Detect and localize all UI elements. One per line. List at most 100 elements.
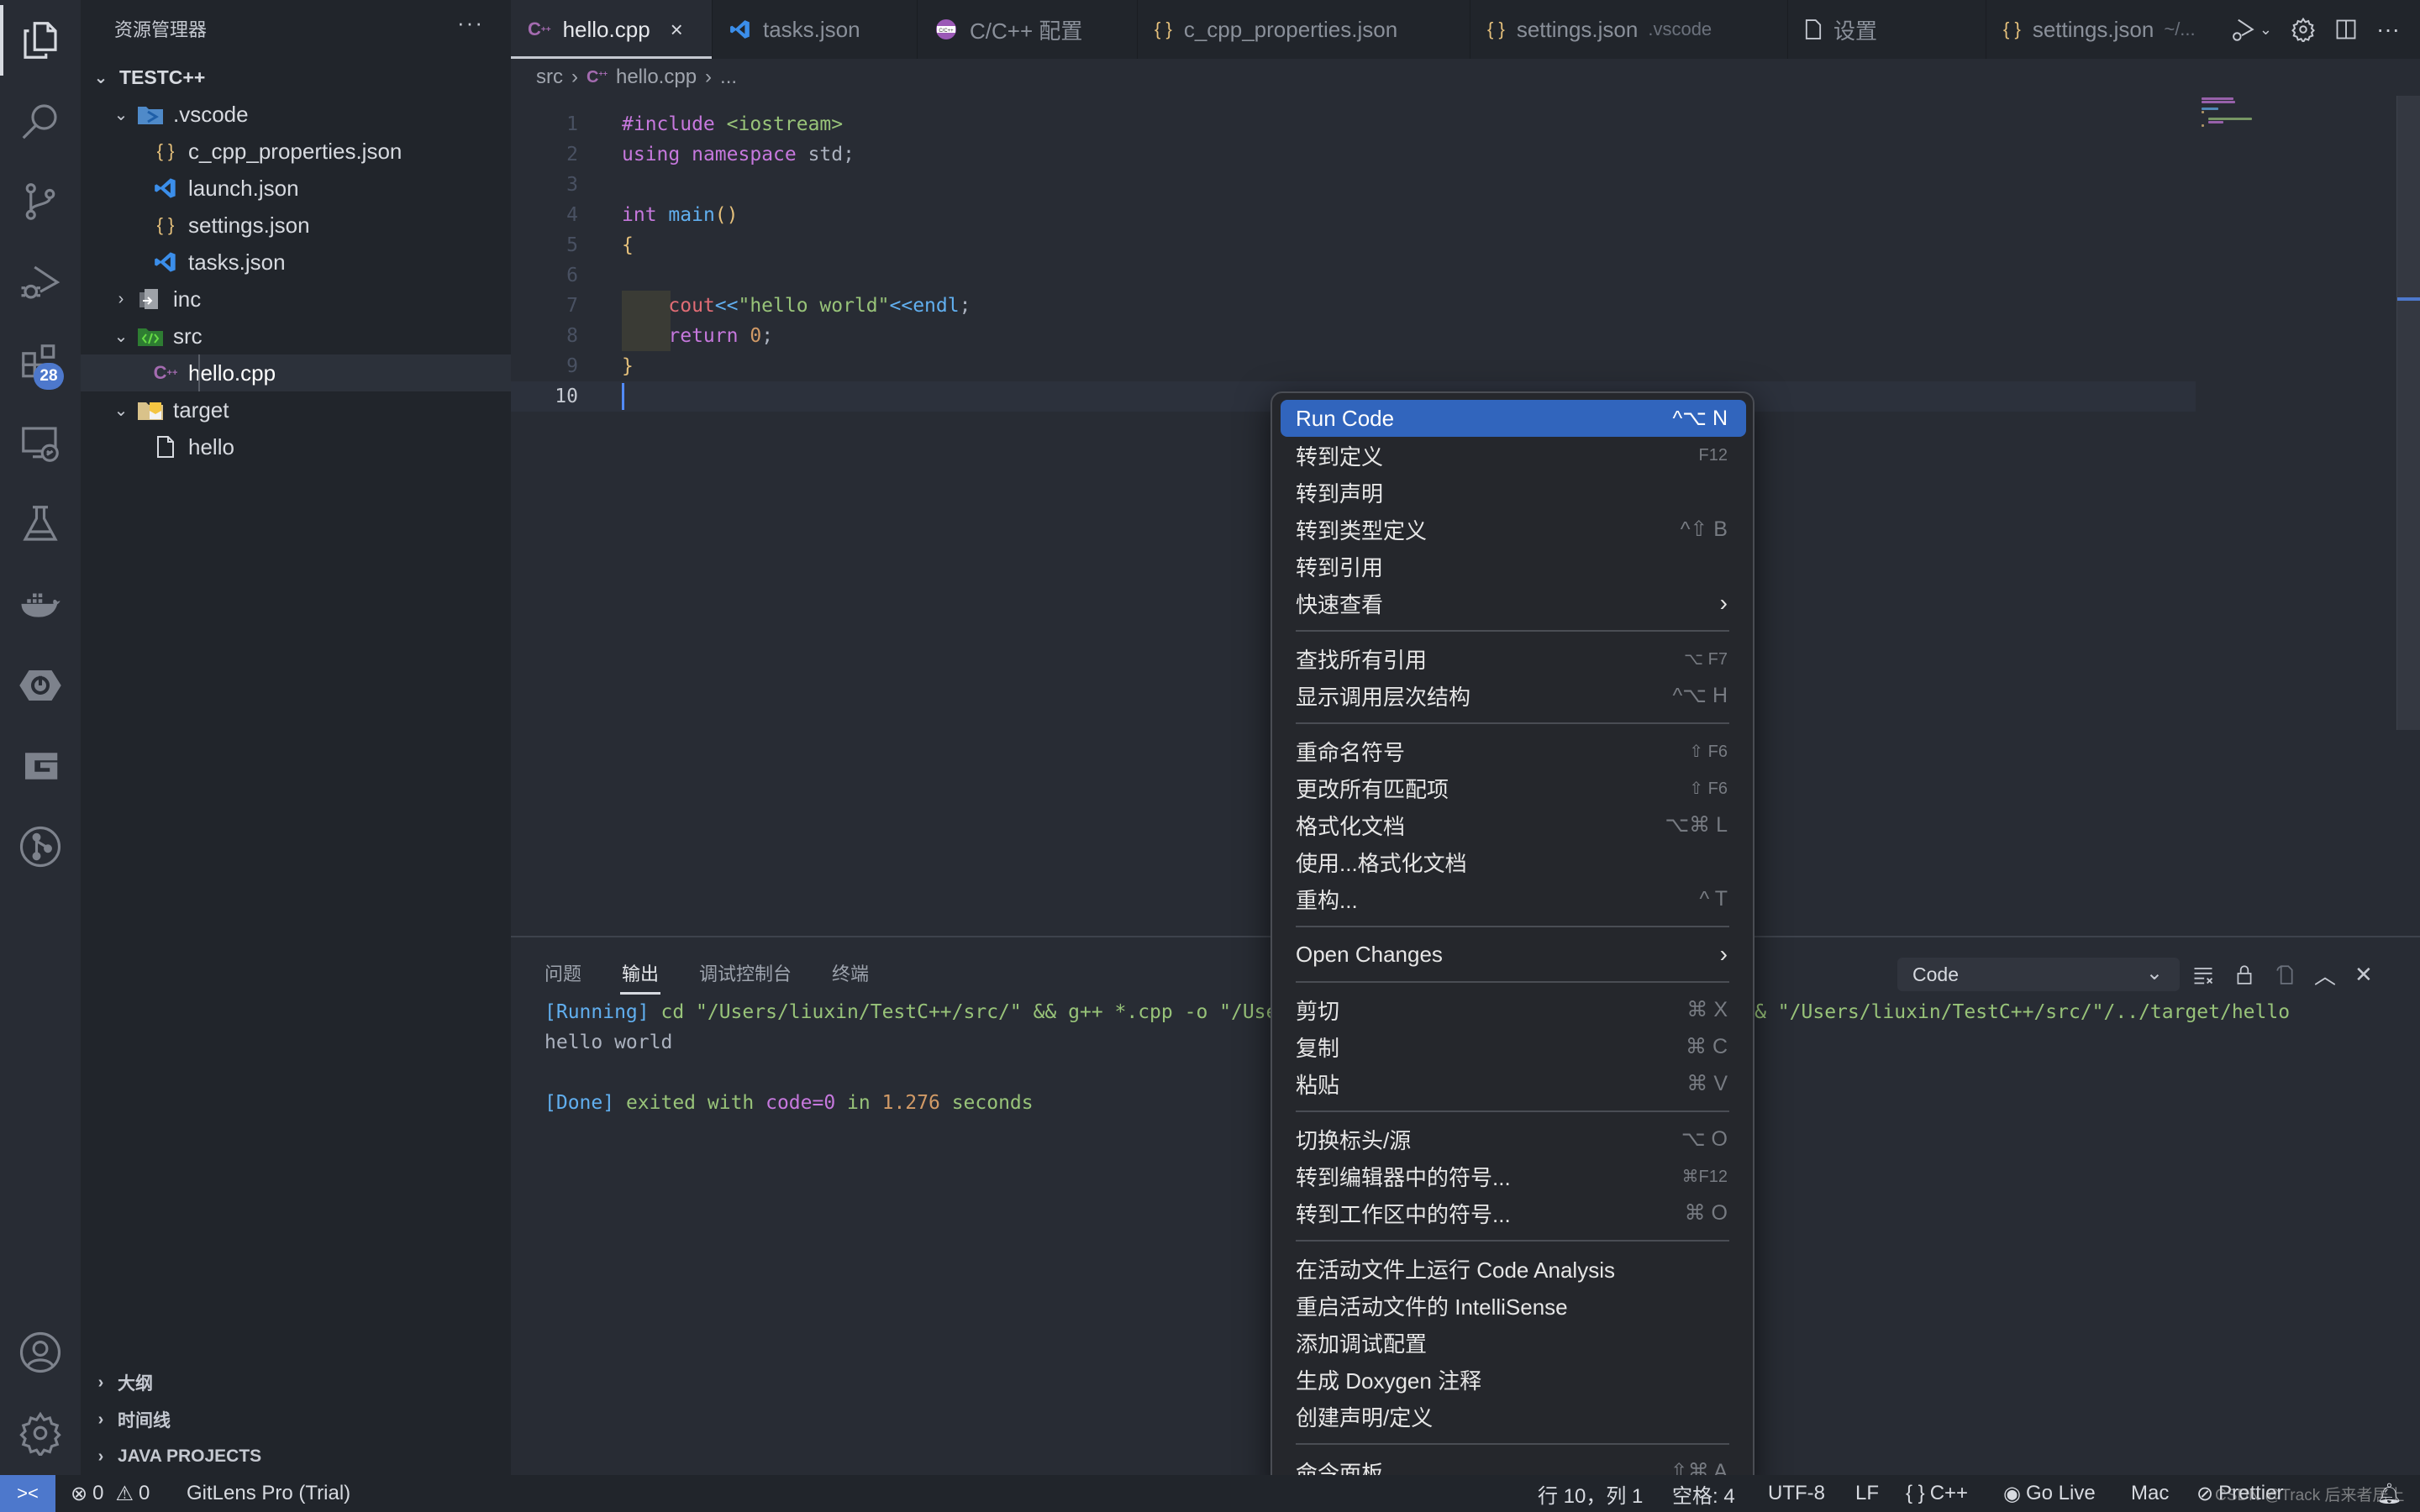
menu-item[interactable]: 查找所有引用 ⌥ F7 [1281, 640, 1746, 677]
remote-explorer-activity-button[interactable] [0, 403, 81, 484]
tab-cpp-config[interactable]: C/C++ C/C++ 配置 [918, 0, 1138, 59]
panel-tab-problems[interactable]: 问题 [544, 954, 581, 991]
more-actions-button[interactable]: ··· [2376, 16, 2400, 43]
more-actions-icon[interactable]: ··· [457, 10, 484, 36]
breadcrumb-src[interactable]: src [536, 66, 563, 89]
minimap[interactable] [2202, 96, 2370, 197]
spring-boot-activity-button[interactable] [0, 645, 81, 726]
menu-item[interactable]: 生成 Doxygen 注释 [1281, 1361, 1746, 1398]
menu-item[interactable]: 粘贴 ⌘ V [1281, 1065, 1746, 1102]
source-control-activity-button[interactable] [0, 161, 81, 242]
breadcrumb-file[interactable]: hello.cpp [616, 66, 697, 89]
menu-item[interactable]: Open Changes › [1281, 936, 1746, 973]
breadcrumb-symbol[interactable]: ... [720, 66, 737, 89]
menu-item[interactable]: 复制 ⌘ C [1281, 1028, 1746, 1065]
code-line[interactable]: 2 using namespace std; [511, 139, 2191, 170]
remote-button[interactable]: >< [0, 1475, 55, 1512]
tab-hello-cpp[interactable]: C ++ hello.cpp × [511, 0, 713, 59]
eol-status[interactable]: LF [1855, 1475, 1879, 1512]
section-timeline[interactable]: › 时间线 [81, 1401, 511, 1438]
tree-file-tasks-json[interactable]: tasks.json [81, 244, 511, 281]
cursor-position-status[interactable]: 行 10，列 1 [1538, 1475, 1643, 1512]
testing-activity-button[interactable] [0, 484, 81, 564]
menu-item[interactable]: 使用...格式化文档 [1281, 843, 1746, 880]
menu-item[interactable]: 更改所有匹配项 ⇧ F6 [1281, 769, 1746, 806]
language-status[interactable]: { } C++ [1906, 1475, 1968, 1512]
tab-tasks-json[interactable]: tasks.json [713, 0, 918, 59]
code-line[interactable]: 9} [511, 351, 2191, 381]
code-line[interactable]: 6 [511, 260, 2191, 291]
menu-item[interactable]: 切换标头/源 ⌥ O [1281, 1121, 1746, 1158]
problems-status[interactable]: ⊗ 0 ⚠ 0 [71, 1475, 150, 1512]
menu-item[interactable]: 转到编辑器中的符号... ⌘F12 [1281, 1158, 1746, 1194]
menu-item[interactable]: 重启活动文件的 IntelliSense [1281, 1287, 1746, 1324]
menu-item[interactable]: 重构... ^ T [1281, 880, 1746, 917]
maximize-panel-button[interactable]: ︿ [2314, 959, 2336, 990]
gitlens-status[interactable]: GitLens Pro (Trial) [187, 1475, 350, 1512]
notifications-button[interactable]: 🔔︎ [2376, 1475, 2402, 1512]
menu-item[interactable]: 转到声明 [1281, 474, 1746, 511]
docker-activity-button[interactable] [0, 564, 81, 645]
gitlens-activity-button[interactable] [0, 726, 81, 806]
go-live-status[interactable]: ◉ Go Live [2003, 1475, 2096, 1512]
panel-tab-debug-console[interactable]: 调试控制台 [699, 954, 792, 991]
tree-file-hello[interactable]: hello [81, 428, 511, 465]
tab-settings-json-vscode[interactable]: { } settings.json .vscode [1470, 0, 1788, 59]
open-output-in-editor-button[interactable] [2274, 963, 2296, 986]
code-line[interactable]: 7 cout<<"hello world"<<endl; [511, 291, 2191, 321]
lock-scroll-button[interactable] [2233, 963, 2255, 986]
close-panel-button[interactable]: ✕ [2354, 962, 2373, 988]
code-line[interactable]: 3 [511, 170, 2191, 200]
indentation-status[interactable]: 空格: 4 [1672, 1475, 1735, 1512]
menu-item[interactable]: 转到引用 [1281, 548, 1746, 585]
menu-item[interactable]: 添加调试配置 [1281, 1324, 1746, 1361]
close-icon[interactable]: × [671, 17, 683, 43]
tree-file-hello-cpp[interactable]: C ++ hello.cpp [81, 354, 511, 391]
workspace-root[interactable]: ⌄ TESTC++ [81, 59, 511, 96]
menu-item[interactable]: 转到定义 F12 [1281, 437, 1746, 474]
accounts-activity-button[interactable] [0, 1312, 81, 1393]
clear-output-button[interactable] [2191, 963, 2215, 986]
menu-item[interactable]: 快速查看 › [1281, 585, 1746, 622]
editor-scrollbar[interactable] [2396, 96, 2420, 730]
menu-item[interactable]: 在活动文件上运行 Code Analysis [1281, 1250, 1746, 1287]
tree-folder-src[interactable]: ⌄ src [81, 318, 511, 354]
code-line[interactable]: 5{ [511, 230, 2191, 260]
tree-folder-inc[interactable]: › inc [81, 281, 511, 318]
panel-tab-output[interactable]: 输出 [619, 954, 661, 995]
extensions-activity-button[interactable]: 28 [0, 323, 81, 403]
menu-item[interactable]: 转到工作区中的符号... ⌘ O [1281, 1194, 1746, 1231]
run-debug-dropdown-button[interactable]: ⌄ [2228, 15, 2272, 44]
panel-tab-terminal[interactable]: 终端 [832, 954, 869, 991]
platform-status[interactable]: Mac [2131, 1475, 2169, 1512]
menu-item[interactable]: 剪切 ⌘ X [1281, 991, 1746, 1028]
git-graph-activity-button[interactable] [0, 806, 81, 887]
menu-item[interactable]: 转到类型定义 ^⇧ B [1281, 511, 1746, 548]
menu-item-shortcut: ⇧ F6 [1689, 779, 1728, 798]
tab-settings-ui[interactable]: 设置 [1788, 0, 1986, 59]
encoding-status[interactable]: UTF-8 [1768, 1475, 1825, 1512]
explorer-activity-button[interactable] [0, 0, 81, 81]
tree-file-settings-json[interactable]: { } settings.json [81, 207, 511, 244]
code-line[interactable]: 1 #include <iostream> [511, 109, 2191, 139]
tree-file-c-cpp-properties[interactable]: { } c_cpp_properties.json [81, 133, 511, 170]
tree-folder-target[interactable]: ⌄ target [81, 391, 511, 428]
code-line[interactable]: 8 return 0; [511, 321, 2191, 351]
tab-c-cpp-properties[interactable]: { } c_cpp_properties.json [1138, 0, 1470, 59]
section-outline[interactable]: › 大纲 [81, 1364, 511, 1401]
menu-item[interactable]: 格式化文档 ⌥⌘ L [1281, 806, 1746, 843]
run-debug-activity-button[interactable] [0, 242, 81, 323]
code-line[interactable]: 4 int main() [511, 200, 2191, 230]
menu-item[interactable]: 重命名符号 ⇧ F6 [1281, 732, 1746, 769]
tree-file-launch-json[interactable]: launch.json [81, 170, 511, 207]
settings-gear-button[interactable] [2291, 17, 2316, 42]
output-channel-select[interactable]: Code ⌄ [1897, 958, 2180, 991]
section-java-projects[interactable]: › JAVA PROJECTS [81, 1438, 511, 1475]
manage-activity-button[interactable] [0, 1393, 81, 1473]
tree-folder-vscode[interactable]: ⌄ .vscode [81, 96, 511, 133]
menu-item[interactable]: 创建声明/定义 [1281, 1398, 1746, 1435]
menu-item[interactable]: 显示调用层次结构 ^⌥ H [1281, 677, 1746, 714]
search-activity-button[interactable] [0, 81, 81, 161]
split-editor-button[interactable] [2334, 18, 2358, 41]
menu-item[interactable]: Run Code ^⌥ N [1281, 400, 1746, 437]
